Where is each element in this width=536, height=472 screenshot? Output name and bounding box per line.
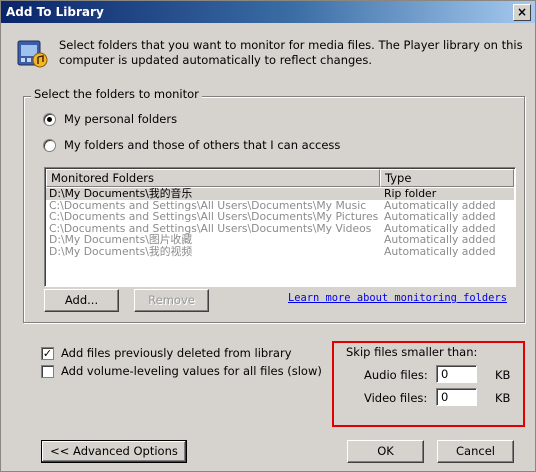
list-row[interactable]: C:\Documents and Settings\All Users\Docu…: [46, 200, 514, 212]
checkbox-checked[interactable]: ✓: [41, 346, 54, 360]
audio-files-label: Audio files:: [364, 368, 428, 382]
monitored-folders-list[interactable]: Monitored Folders Type D:\My Documents\我…: [44, 167, 516, 287]
add-button[interactable]: Add...: [44, 289, 119, 312]
column-header-folders[interactable]: Monitored Folders: [46, 169, 380, 187]
folder-path: C:\Documents and Settings\All Users\Docu…: [49, 222, 372, 235]
checkbox-volume-leveling[interactable]: Add volume-leveling values for all files…: [41, 364, 322, 378]
folder-type: Rip folder: [384, 188, 437, 200]
folder-type: Automatically added: [384, 222, 496, 235]
list-row[interactable]: C:\Documents and Settings\All Users\Docu…: [46, 223, 514, 235]
radio-all-label: My folders and those of others that I ca…: [64, 138, 341, 152]
folder-path: C:\Documents and Settings\All Users\Docu…: [49, 199, 367, 212]
audio-files-input[interactable]: 0: [436, 365, 477, 383]
radio-dot[interactable]: [43, 112, 56, 126]
list-row[interactable]: C:\Documents and Settings\All Users\Docu…: [46, 211, 514, 223]
media-library-icon: [17, 40, 48, 68]
folder-path: C:\Documents and Settings\All Users\Docu…: [49, 211, 379, 223]
radio-my-and-others-folders[interactable]: My folders and those of others that I ca…: [43, 138, 340, 152]
dialog-title: Add To Library: [6, 5, 104, 19]
checkbox-unchecked[interactable]: [41, 364, 54, 378]
remove-button[interactable]: Remove: [134, 289, 209, 312]
group-title: Select the folders to monitor: [31, 87, 202, 101]
volume-leveling-label: Add volume-leveling values for all files…: [61, 364, 322, 378]
folder-type: Automatically added: [384, 245, 496, 258]
video-files-label: Video files:: [364, 391, 428, 405]
folder-path: D:\My Documents\我的音乐: [49, 188, 193, 200]
radio-my-personal-folders[interactable]: My personal folders: [43, 112, 177, 126]
list-row[interactable]: D:\My Documents\图片收藏 Automatically added: [46, 234, 514, 246]
folder-type: Automatically added: [384, 199, 496, 212]
advanced-options-button[interactable]: << Advanced Options: [41, 440, 187, 463]
checkbox-add-deleted[interactable]: ✓ Add files previously deleted from libr…: [41, 346, 292, 360]
add-deleted-label: Add files previously deleted from librar…: [61, 346, 292, 360]
ok-button[interactable]: OK: [347, 440, 424, 463]
video-files-input[interactable]: 0: [436, 388, 477, 406]
list-rows: D:\My Documents\我的音乐 Rip folder C:\Docume…: [46, 188, 514, 258]
list-header: Monitored Folders Type: [46, 169, 514, 187]
radio-dot[interactable]: [43, 138, 56, 152]
cancel-button[interactable]: Cancel: [437, 440, 514, 463]
list-row[interactable]: D:\My Documents\我的视频 Automatically added: [46, 246, 514, 258]
radio-personal-label: My personal folders: [64, 112, 178, 126]
folder-path: D:\My Documents\图片收藏: [49, 234, 193, 246]
close-icon: ×: [516, 5, 528, 19]
title-bar[interactable]: Add To Library ×: [1, 1, 535, 23]
add-to-library-dialog: Add To Library × Select folders that you…: [0, 0, 536, 472]
list-row[interactable]: D:\My Documents\我的音乐 Rip folder: [46, 188, 514, 200]
folder-path: D:\My Documents\我的视频: [49, 245, 193, 258]
learn-more-link[interactable]: Learn more about monitoring folders: [288, 292, 507, 304]
folder-type: Automatically added: [384, 211, 496, 223]
close-button[interactable]: ×: [513, 4, 531, 21]
skip-files-title: Skip files smaller than:: [346, 345, 478, 359]
folder-type: Automatically added: [384, 234, 496, 246]
column-header-type[interactable]: Type: [380, 169, 514, 187]
video-kb-unit: KB: [495, 391, 511, 405]
audio-kb-unit: KB: [495, 368, 511, 382]
dialog-description: Select folders that you want to monitor …: [59, 38, 523, 67]
